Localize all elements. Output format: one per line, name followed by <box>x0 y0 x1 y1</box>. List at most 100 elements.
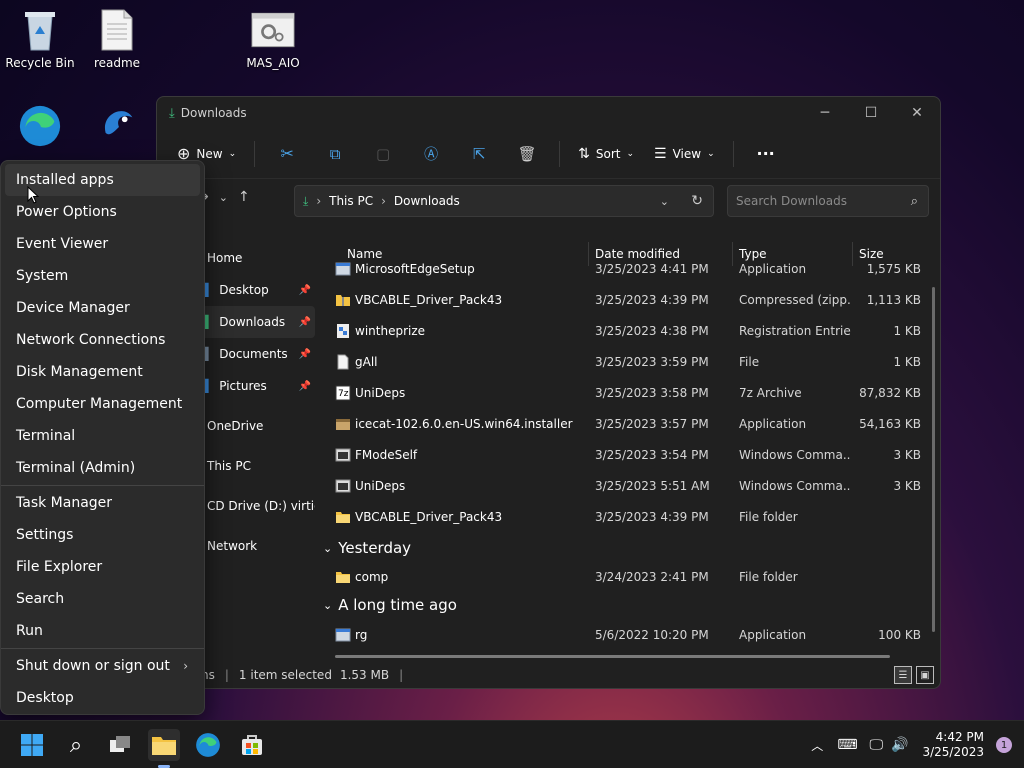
menu-item-shut-down-or-sign-out[interactable]: Shut down or sign out › <box>1 650 204 682</box>
group-header-yesterday[interactable]: ⌄ Yesterday <box>323 534 411 562</box>
menu-item-label: Network Connections <box>16 332 166 348</box>
file-explorer-window[interactable]: ⤓ Downloads ─ ☐ ✕ ⊕ New ⌄ ✂ ⧉ ▢ Ⓐ ⇱ 🗑 ⇅ … <box>156 96 941 689</box>
start-button[interactable] <box>16 729 48 761</box>
breadcrumb-this-pc[interactable]: This PC <box>329 194 373 208</box>
maximize-button[interactable]: ☐ <box>848 97 894 129</box>
delete-button[interactable]: 🗑 <box>503 138 551 170</box>
file-row[interactable]: icecat-102.6.0.en-US.win64.installer 3/25… <box>331 409 929 439</box>
file-name: rg <box>355 628 368 642</box>
menu-item-device-manager[interactable]: Device Manager <box>1 292 204 324</box>
refresh-icon[interactable]: ↻ <box>691 193 703 209</box>
edge-icon <box>196 733 220 757</box>
sort-label: Sort <box>595 146 621 161</box>
group-label: A long time ago <box>338 596 457 614</box>
menu-item-terminal[interactable]: Terminal <box>1 420 204 452</box>
folder-icon <box>152 737 176 755</box>
menu-item-system[interactable]: System <box>1 260 204 292</box>
selection-status: 1 item selected <box>238 668 332 682</box>
power-user-menu: Installed apps Power Options Event Viewer S… <box>0 160 205 715</box>
cmd-icon <box>335 447 357 466</box>
file-date: 3/25/2023 4:38 PM <box>595 324 709 338</box>
more-options-button[interactable]: ··· <box>742 138 790 170</box>
sidebar-item-label: Pictures <box>219 379 267 393</box>
chevron-down-icon: ⌄ <box>228 148 237 159</box>
file-row[interactable]: MicrosoftEdgeSetup 3/25/2023 4:41 PM Appli… <box>331 254 929 284</box>
details-view-toggle[interactable]: ☰ <box>894 666 912 684</box>
folder-icon <box>335 509 357 528</box>
horizontal-scrollbar[interactable] <box>335 655 890 658</box>
vertical-scrollbar[interactable] <box>932 287 935 632</box>
menu-item-search[interactable]: Search <box>1 583 204 615</box>
file-row[interactable]: UniDeps 3/25/2023 5:51 AM Windows Comma...… <box>331 471 929 501</box>
chevron-down-icon: ⌄ <box>707 148 715 159</box>
menu-item-label: Shut down or sign out <box>16 658 170 674</box>
menu-item-file-explorer[interactable]: File Explorer <box>1 551 204 583</box>
menu-item-run[interactable]: Run <box>1 615 204 647</box>
search-button[interactable]: ⌕ <box>60 729 92 761</box>
desktop-icon-recycle-bin[interactable]: Recycle Bin <box>0 8 80 70</box>
breadcrumb-downloads[interactable]: Downloads <box>394 194 460 208</box>
up-arrow-icon[interactable]: ↑ <box>238 189 250 205</box>
file-row[interactable]: gAll 3/25/2023 3:59 PM File 1 KB <box>331 347 929 377</box>
view-button[interactable]: ☰ View ⌄ <box>644 138 725 170</box>
network-icon[interactable]: 🖵 <box>870 737 884 753</box>
copy-button[interactable]: ⧉ <box>311 138 359 170</box>
file-row[interactable]: wintheprize 3/25/2023 4:38 PM Registration… <box>331 316 929 346</box>
volume-icon[interactable]: 🔊 <box>891 737 908 753</box>
edge-taskbar-button[interactable] <box>192 729 224 761</box>
recent-locations-icon[interactable]: ⌄ <box>219 191 228 205</box>
file-type: 7z Archive <box>739 386 802 400</box>
rename-icon: Ⓐ <box>424 146 439 163</box>
menu-item-desktop[interactable]: Desktop <box>1 682 204 714</box>
search-input[interactable]: Search Downloads ⌕ <box>727 185 929 217</box>
clock[interactable]: 4:42 PM 3/25/2023 <box>922 730 984 760</box>
close-button[interactable]: ✕ <box>894 97 940 129</box>
chevron-down-icon[interactable]: ⌄ <box>660 195 669 208</box>
share-button[interactable]: ⇱ <box>455 138 503 170</box>
desktop-icon-setup[interactable] <box>78 104 158 152</box>
menu-separator <box>1 485 204 486</box>
task-view-button[interactable] <box>104 729 136 761</box>
file-date: 3/25/2023 4:39 PM <box>595 510 709 524</box>
cut-button[interactable]: ✂ <box>263 138 311 170</box>
file-date: 3/24/2023 2:41 PM <box>595 570 709 584</box>
sidebar-item-label: Home <box>207 251 243 265</box>
cmd-icon <box>335 478 357 497</box>
menu-item-task-manager[interactable]: Task Manager <box>1 487 204 519</box>
download-icon: ⤓ <box>303 193 309 208</box>
rename-button[interactable]: Ⓐ <box>407 138 455 170</box>
menu-item-event-viewer[interactable]: Event Viewer <box>1 228 204 260</box>
keyboard-icon[interactable]: ⌨ <box>837 737 857 753</box>
desktop-icon-edge[interactable] <box>0 104 80 152</box>
file-row[interactable]: rg 5/6/2022 10:20 PM Application 100 KB <box>331 620 929 650</box>
menu-item-computer-management[interactable]: Computer Management <box>1 388 204 420</box>
file-list[interactable]: Name Date modified Type Size MicrosoftEd… <box>317 242 940 662</box>
file-name: comp <box>355 570 389 584</box>
notification-badge[interactable]: 1 <box>996 737 1012 753</box>
file-row[interactable]: comp 3/24/2023 2:41 PM File folder <box>331 562 929 592</box>
group-header-long-ago[interactable]: ⌄ A long time ago <box>323 591 457 619</box>
paste-button[interactable]: ▢ <box>359 138 407 170</box>
menu-item-disk-management[interactable]: Disk Management <box>1 356 204 388</box>
menu-item-network-connections[interactable]: Network Connections <box>1 324 204 356</box>
file-row[interactable]: 7z UniDeps 3/25/2023 3:58 PM 7z Archive 87,8… <box>331 378 929 408</box>
file-explorer-taskbar-button[interactable] <box>148 729 180 761</box>
sort-button[interactable]: ⇅ Sort ⌄ <box>568 138 644 170</box>
menu-item-terminal-admin[interactable]: Terminal (Admin) <box>1 452 204 484</box>
file-date: 3/25/2023 3:59 PM <box>595 355 709 369</box>
desktop-icon-label: MAS_AIO <box>246 56 300 70</box>
desktop-icon-mas-aio[interactable]: MAS_AIO <box>233 8 313 70</box>
chevron-up-icon[interactable]: ︿ <box>811 737 823 754</box>
store-taskbar-button[interactable] <box>236 729 268 761</box>
tiles-view-toggle[interactable]: ▣ <box>916 666 934 684</box>
minimize-button[interactable]: ─ <box>802 97 848 129</box>
file-row[interactable]: FModeSelf 3/25/2023 3:54 PM Windows Comma.… <box>331 440 929 470</box>
address-bar[interactable]: ⤓ › This PC › Downloads ⌄ ↻ <box>294 185 714 217</box>
file-row[interactable]: VBCABLE_Driver_Pack43 3/25/2023 4:39 PM Fi… <box>331 502 929 532</box>
desktop-icon-label: Recycle Bin <box>5 56 75 70</box>
sidebar-item-label: Network <box>207 539 258 553</box>
desktop-icon-readme[interactable]: readme <box>77 8 157 70</box>
menu-item-settings[interactable]: Settings <box>1 519 204 551</box>
file-name: FModeSelf <box>355 448 418 462</box>
file-row[interactable]: VBCABLE_Driver_Pack43 3/25/2023 4:39 PM Co… <box>331 285 929 315</box>
